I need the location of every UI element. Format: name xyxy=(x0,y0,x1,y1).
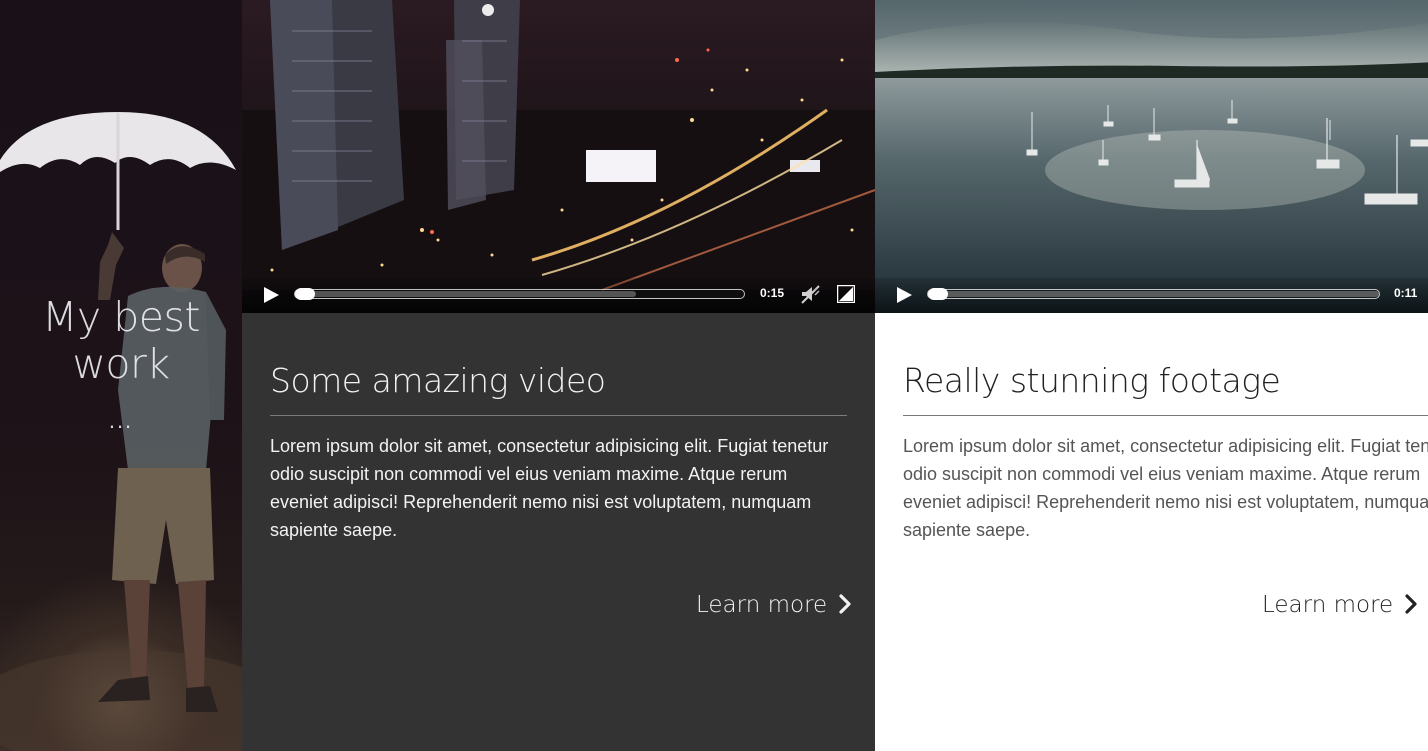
video-time-2: 0:11 xyxy=(1394,286,1418,300)
card-body-2: Really stunning footage Lorem ipsum dolo… xyxy=(903,313,1428,544)
fullscreen-icon[interactable] xyxy=(837,285,855,303)
card-title-1: Some amazing video xyxy=(270,361,606,400)
video-player-1[interactable]: 0:15 xyxy=(242,0,875,313)
learn-more-label-2: Learn more xyxy=(1262,592,1394,618)
video-card-2: 0:11 Really stunning footage Lorem ipsum… xyxy=(875,0,1428,751)
card-body-1: Some amazing video Lorem ipsum dolor sit… xyxy=(270,313,850,544)
video-buffer-bar-2 xyxy=(928,291,1379,297)
chevron-right-icon xyxy=(839,594,851,614)
video-scrubber-2[interactable] xyxy=(928,288,948,300)
video-player-2[interactable]: 0:11 xyxy=(875,0,1428,313)
video-progress-bar-2[interactable] xyxy=(927,288,1380,300)
learn-more-link-1[interactable]: Learn more xyxy=(696,588,853,622)
card-description-2: Lorem ipsum dolor sit amet, consectetur … xyxy=(903,436,1428,540)
video-progress-bar-1[interactable] xyxy=(294,288,745,300)
play-icon[interactable] xyxy=(895,285,913,305)
learn-more-label-1: Learn more xyxy=(696,592,828,618)
video-time-1: 0:15 xyxy=(760,286,785,300)
city-night-video-frame xyxy=(242,0,875,313)
chevron-right-icon xyxy=(1405,594,1417,614)
video-card-1: 0:15 Some amazing video Lorem ipsum dolo… xyxy=(242,0,875,751)
learn-more-link-2[interactable]: Learn more xyxy=(1262,588,1419,622)
card-divider-1 xyxy=(270,415,847,416)
video-controls-1: 0:15 xyxy=(242,278,875,313)
video-controls-2: 0:11 xyxy=(875,278,1428,313)
video-scrubber-1[interactable] xyxy=(295,288,315,300)
volume-mute-icon[interactable] xyxy=(800,284,820,304)
sailboats-lake-video-frame xyxy=(875,0,1428,313)
video-buffer-bar-1 xyxy=(295,291,636,297)
play-icon[interactable] xyxy=(262,285,280,305)
hero-title: My best work xyxy=(42,293,200,388)
card-title-2: Really stunning footage xyxy=(903,361,1281,400)
card-divider-2 xyxy=(903,415,1428,416)
card-description-1: Lorem ipsum dolor sit amet, consectetur … xyxy=(270,436,829,540)
hero-ellipsis: ... xyxy=(108,408,134,433)
hero-panel: My best work ... xyxy=(0,0,242,751)
